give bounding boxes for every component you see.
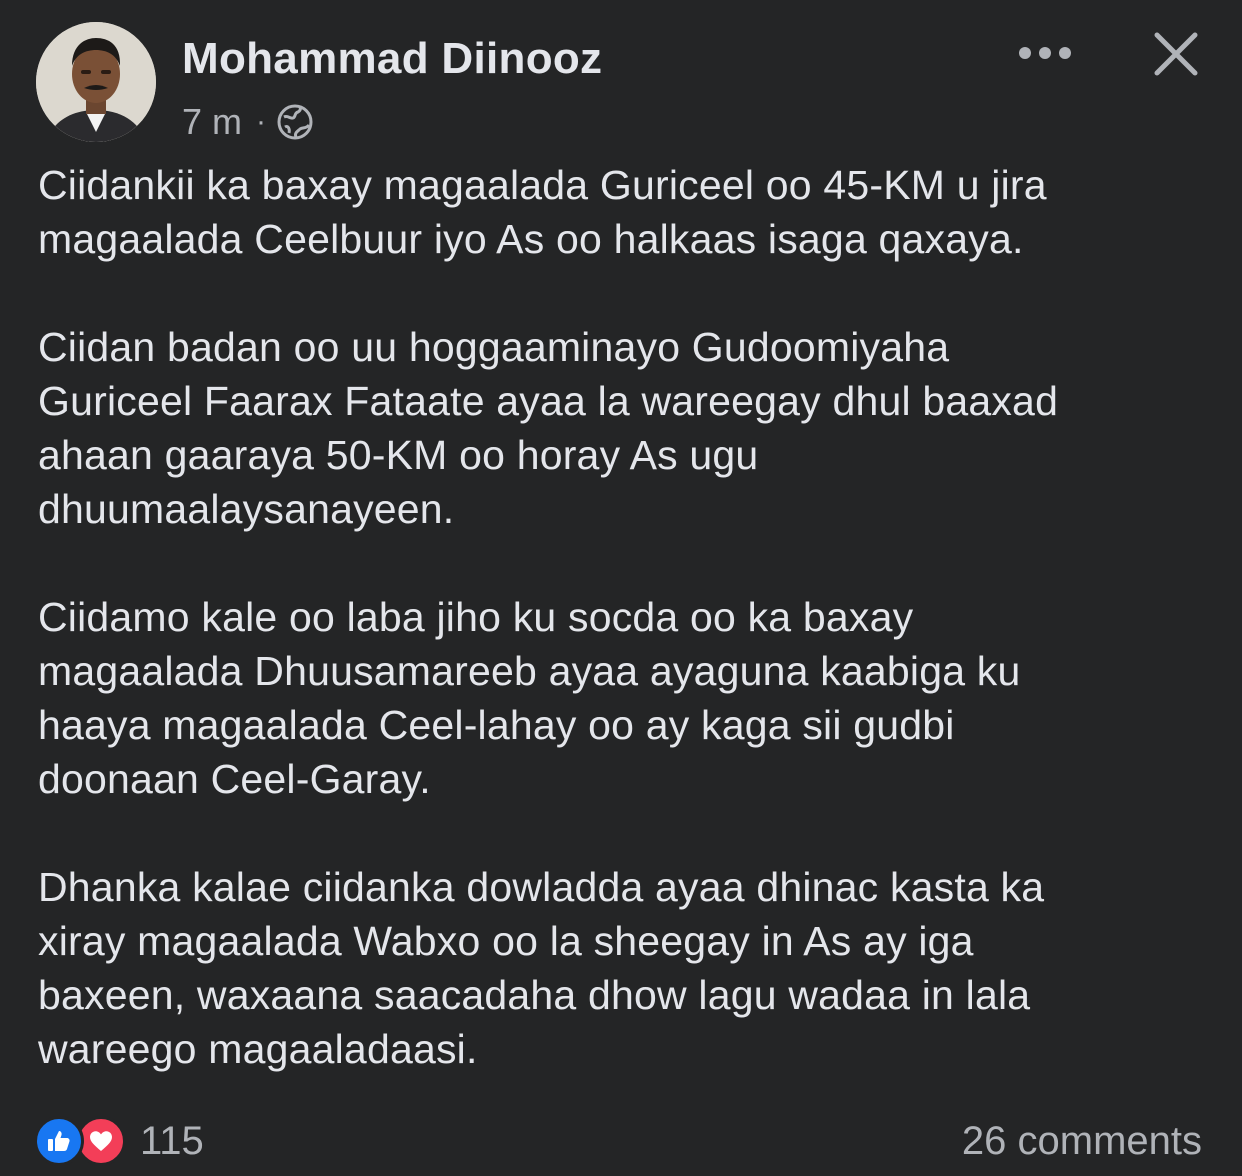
close-icon <box>1154 32 1198 76</box>
post-paragraph: Ciidan badan oo uu hoggaaminayo Gudoomiy… <box>38 324 1059 532</box>
post-paragraph: Ciidankii ka baxay magaalada Guriceel oo… <box>38 162 1047 262</box>
more-dots-icon <box>1019 47 1071 59</box>
post-header: Mohammad Diinooz 7 m · <box>0 0 1242 150</box>
reaction-count: 115 <box>140 1118 204 1163</box>
close-button[interactable] <box>1148 26 1204 82</box>
reactions-summary[interactable]: 115 <box>34 1114 204 1168</box>
post-paragraph: Dhanka kalae ciidanka dowladda ayaa dhin… <box>38 864 1045 1072</box>
author-name[interactable]: Mohammad Diinooz <box>182 34 602 84</box>
comments-link[interactable]: 26 comments <box>962 1114 1202 1168</box>
avatar[interactable] <box>36 22 156 142</box>
post-body: Ciidankii ka baxay magaalada Guriceel oo… <box>38 158 1218 1076</box>
more-options-button[interactable] <box>1010 30 1080 76</box>
like-icon <box>34 1116 84 1166</box>
post-time[interactable]: 7 m <box>182 101 242 143</box>
globe-icon <box>276 103 314 141</box>
avatar-photo <box>36 22 156 142</box>
meta-separator: · <box>256 105 267 138</box>
post-meta: 7 m · <box>182 100 314 144</box>
post-footer: 115 26 comments <box>0 1108 1242 1172</box>
post-paragraph: Ciidamo kale oo laba jiho ku socda oo ka… <box>38 594 1021 802</box>
